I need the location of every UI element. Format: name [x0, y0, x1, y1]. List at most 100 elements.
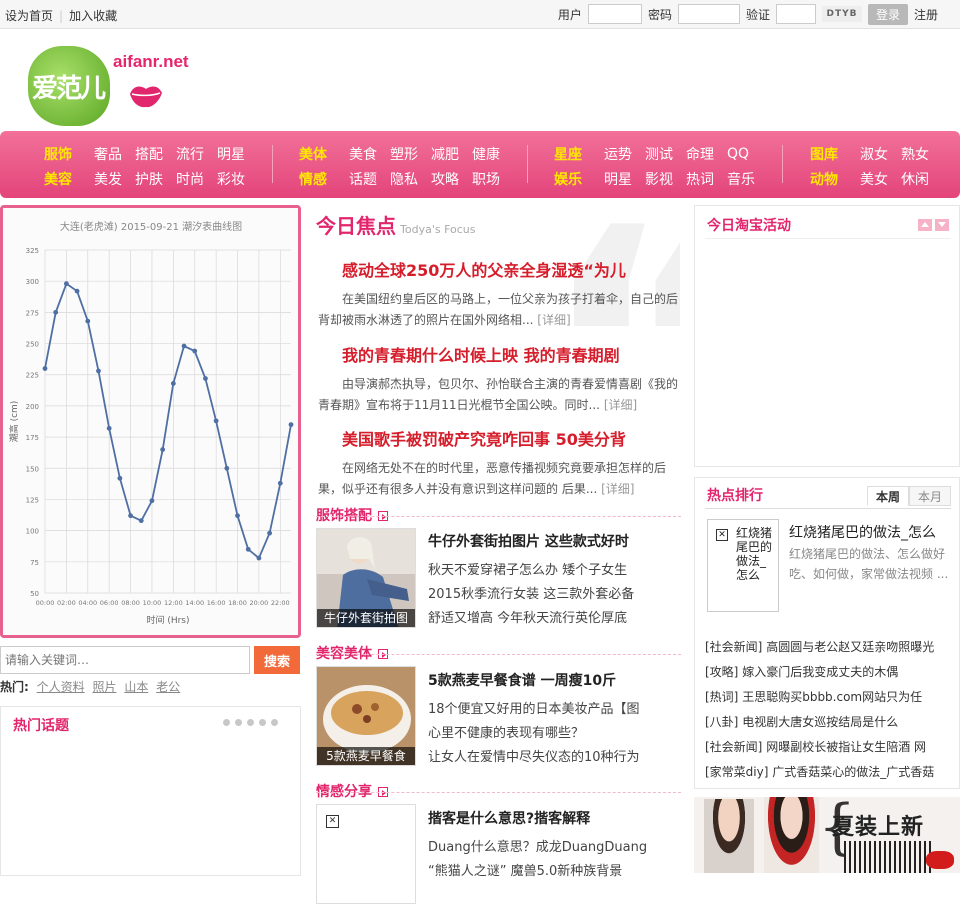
- section-title-beauty[interactable]: 美容美体: [316, 643, 388, 663]
- nav-link[interactable]: 隐私: [390, 169, 431, 189]
- section-item[interactable]: 秋天不爱穿裙子怎么办 矮个子女生: [428, 559, 683, 583]
- nav-link[interactable]: 塑形: [390, 144, 431, 164]
- model-photo: [704, 799, 754, 873]
- nav-link[interactable]: 熟女: [901, 144, 942, 164]
- tab-week[interactable]: 本周: [867, 486, 909, 506]
- nav-link[interactable]: QQ: [727, 146, 768, 162]
- ranking-item[interactable]: [家常菜diy] 广式香菇菜心的做法_广式香菇: [705, 760, 955, 785]
- ranking-item[interactable]: [攻略] 嫁入豪门后我变成丈夫的木偶: [705, 660, 955, 685]
- section-item[interactable]: “熊猫人之谜” 魔兽5.0新种族背景: [428, 860, 683, 884]
- bookmark-link[interactable]: 加入收藏: [69, 9, 117, 23]
- nav-category[interactable]: 图库: [810, 144, 860, 164]
- featured-image[interactable]: ✕ 红烧猪尾巴的做法_怎么: [707, 519, 779, 612]
- user-input[interactable]: [587, 4, 642, 24]
- section-thumbnail[interactable]: 5款燕麦早餐食: [316, 666, 416, 766]
- tide-point: [213, 418, 219, 424]
- nav-link[interactable]: 搭配: [135, 144, 176, 164]
- nav-link[interactable]: 职场: [472, 169, 513, 189]
- detail-link[interactable]: [详细]: [537, 313, 570, 327]
- nav-link[interactable]: 彩妆: [217, 169, 258, 189]
- nav-category[interactable]: 美容: [44, 169, 94, 189]
- ranking-item[interactable]: [社会新闻] 网曝副校长被指让女生陪酒 网: [705, 735, 955, 760]
- summer-ad-banner[interactable]: { 夏装上新: [694, 797, 960, 873]
- section-item[interactable]: 让女人在爱情中尽失仪态的10种行为: [428, 746, 683, 770]
- user-label: 用户: [557, 7, 582, 22]
- nav-link[interactable]: 奢品: [94, 144, 135, 164]
- section-title-emotion[interactable]: 情感分享: [316, 781, 388, 801]
- arrow-down-icon[interactable]: [935, 219, 949, 231]
- site-logo[interactable]: 爱范儿 aifanr.net: [28, 40, 218, 130]
- nav-link[interactable]: 音乐: [727, 169, 768, 189]
- nav-category[interactable]: 服饰: [44, 144, 94, 164]
- search-input[interactable]: [0, 646, 250, 674]
- nav-category[interactable]: 情感: [299, 169, 349, 189]
- hot-tag[interactable]: 山本: [124, 680, 148, 694]
- featured-desc: 红烧猪尾巴的做法、怎么做好吃、如何做，家常做法视频 ...: [789, 547, 949, 581]
- focus-item-title[interactable]: 我的青春期什么时候上映 我的青春期剧: [318, 342, 683, 366]
- hot-tag[interactable]: 个人资料: [37, 680, 85, 694]
- section-item[interactable]: 18个便宜又好用的日本美妆产品【图: [428, 698, 683, 722]
- featured-title[interactable]: 红烧猪尾巴的做法_怎么: [789, 522, 936, 542]
- nav-link[interactable]: 热词: [686, 169, 727, 189]
- set-home-link[interactable]: 设为首页: [5, 9, 53, 23]
- nav-link[interactable]: 美食: [349, 144, 390, 164]
- ranking-item[interactable]: [热词] 王思聪购买bbbb.com网站只为任: [705, 685, 955, 710]
- tab-month[interactable]: 本月: [909, 486, 951, 506]
- carousel-dots[interactable]: [223, 719, 278, 726]
- divider: [705, 238, 951, 239]
- section-title-fashion[interactable]: 服饰搭配: [316, 505, 388, 525]
- nav-group: 服饰 奢品 搭配 流行 明星美容 美发 护肤 时尚 彩妆: [44, 141, 258, 191]
- nav-link[interactable]: 测试: [645, 144, 686, 164]
- nav-link[interactable]: 美发: [94, 169, 135, 189]
- arrow-up-icon[interactable]: [918, 219, 932, 231]
- nav-category[interactable]: 动物: [810, 169, 860, 189]
- ranking-item[interactable]: [八卦] 电视剧大唐女巡按结局是什么: [705, 710, 955, 735]
- captcha-input[interactable]: [775, 4, 816, 24]
- nav-link[interactable]: 运势: [604, 144, 645, 164]
- nav-link[interactable]: 明星: [217, 144, 258, 164]
- divider: [316, 516, 681, 517]
- nav-divider: [272, 145, 273, 183]
- password-input[interactable]: [677, 4, 740, 24]
- nav-link[interactable]: 流行: [176, 144, 217, 164]
- divider: [316, 792, 681, 793]
- hot-tag[interactable]: 照片: [92, 680, 116, 694]
- nav-category[interactable]: 美体: [299, 144, 349, 164]
- section-headline[interactable]: 揩客是什么意思?揩客解释: [428, 808, 683, 836]
- nav-link[interactable]: 减肥: [431, 144, 472, 164]
- tide-chart-panel: 50 75 100 125 150 175 200 225 250 275 300 325 00:00 0…: [0, 205, 301, 638]
- focus-item-title[interactable]: 美国歌手被罚破产究竟咋回事 50美分背: [318, 426, 683, 450]
- nav-link[interactable]: 休闲: [901, 169, 942, 189]
- nav-link[interactable]: 攻略: [431, 169, 472, 189]
- nav-link[interactable]: 命理: [686, 144, 727, 164]
- x-tick-label: 12:00: [164, 599, 183, 607]
- tide-point: [117, 475, 123, 481]
- section-item[interactable]: 2015秋季流行女装 这三款外套必备: [428, 583, 683, 607]
- detail-link[interactable]: [详细]: [601, 482, 634, 496]
- section-thumbnail[interactable]: ✕: [316, 804, 416, 904]
- nav-link[interactable]: 美女: [860, 169, 901, 189]
- section-headline[interactable]: 5款燕麦早餐食谱 一周瘦10斤: [428, 670, 683, 698]
- hot-tag[interactable]: 老公: [156, 680, 180, 694]
- nav-link[interactable]: 护肤: [135, 169, 176, 189]
- focus-item-title[interactable]: 感动全球250万人的父亲全身湿透“为儿: [318, 257, 683, 281]
- detail-link[interactable]: [详细]: [604, 398, 637, 412]
- captcha-image[interactable]: DTYB: [821, 6, 862, 22]
- y-tick-label: 50: [30, 590, 39, 598]
- search-button[interactable]: 搜索: [254, 646, 300, 674]
- nav-category[interactable]: 星座: [554, 144, 604, 164]
- login-button[interactable]: 登录: [867, 3, 908, 25]
- section-thumbnail[interactable]: 牛仔外套街拍图: [316, 528, 416, 628]
- nav-link[interactable]: 时尚: [176, 169, 217, 189]
- section-item[interactable]: 心里不健康的表现有哪些？: [428, 722, 683, 746]
- nav-link[interactable]: 健康: [472, 144, 513, 164]
- section-headline[interactable]: 牛仔外套街拍图片 这些款式好时: [428, 531, 683, 559]
- x-tick-label: 16:00: [207, 599, 226, 607]
- lips-icon: [130, 86, 162, 108]
- ranking-item[interactable]: [社会新闻] 高圆圆与老公赵又廷亲吻照曝光: [705, 635, 955, 660]
- nav-link[interactable]: 话题: [349, 169, 390, 189]
- section-item[interactable]: 舒适又增高 今年秋天流行英伦厚底: [428, 607, 683, 631]
- register-link[interactable]: 注册: [914, 6, 938, 23]
- nav-link[interactable]: 淑女: [860, 144, 901, 164]
- section-item[interactable]: Duang什么意思？成龙DuangDuang: [428, 836, 683, 860]
